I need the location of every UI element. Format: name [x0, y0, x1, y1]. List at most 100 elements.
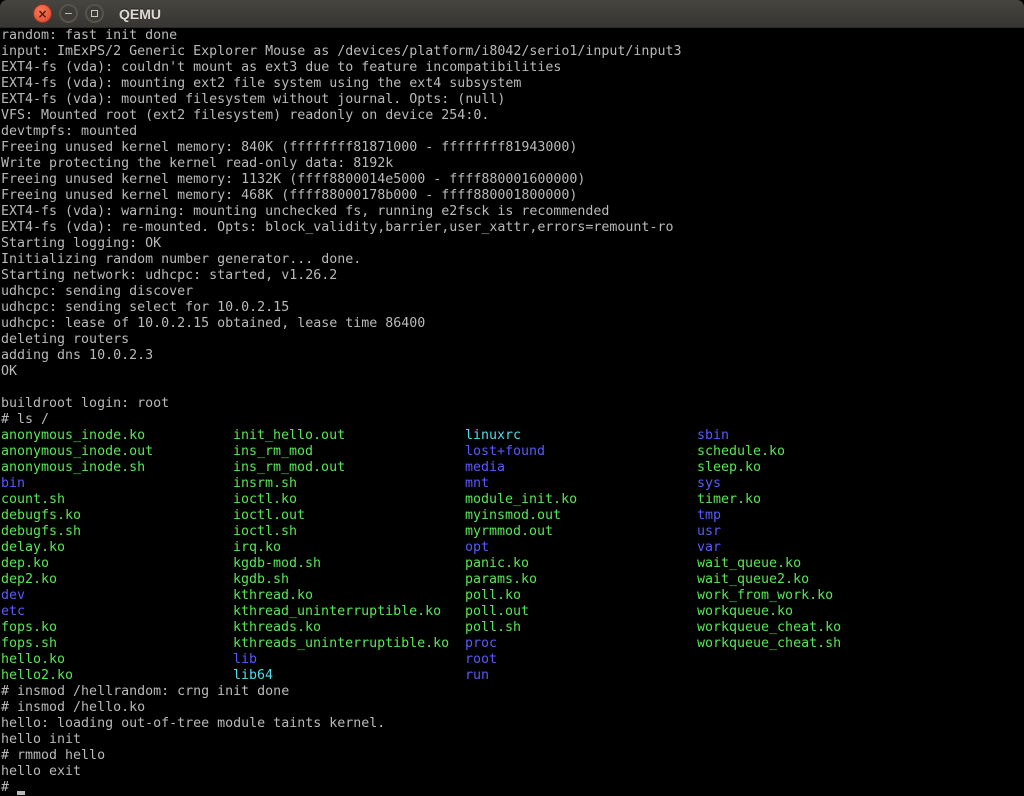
ls-entry: hello.ko — [1, 652, 153, 668]
ls-entry: mnt — [465, 476, 577, 492]
terminal-line: # insmod /hellrandom: crng init done — [0, 684, 1024, 700]
ls-entry: irq.ko — [233, 540, 449, 556]
ls-entry: module_init.ko — [465, 492, 577, 508]
ls-entry: root — [465, 652, 577, 668]
close-icon: × — [37, 8, 47, 20]
terminal-screen[interactable]: random: fast init doneinput: ImExPS/2 Ge… — [0, 28, 1024, 796]
ls-entry: fops.sh — [1, 636, 153, 652]
terminal-line: input: ImExPS/2 Generic Explorer Mouse a… — [0, 44, 1024, 60]
ls-entry: dep2.ko — [1, 572, 153, 588]
ls-entry: fops.ko — [1, 620, 153, 636]
ls-entry: kthread_uninterruptible.ko — [233, 604, 449, 620]
ls-entry: usr — [697, 524, 841, 540]
terminal-line: Write protecting the kernel read-only da… — [0, 156, 1024, 172]
ls-entry: kthreads_uninterruptible.ko — [233, 636, 449, 652]
ls-entry: poll.out — [465, 604, 577, 620]
ls-entry: kgdb-mod.sh — [233, 556, 449, 572]
terminal-line: # ls / — [0, 412, 1024, 428]
ls-entry: insrm.sh — [233, 476, 449, 492]
prompt-text: # — [1, 780, 17, 795]
ls-entry: dev — [1, 588, 153, 604]
ls-column: init_hello.outins_rm_modins_rm_mod.outin… — [233, 428, 449, 684]
ls-entry: anonymous_inode.sh — [1, 460, 153, 476]
ls-entry: params.ko — [465, 572, 577, 588]
ls-entry: sleep.ko — [697, 460, 841, 476]
terminal-line: # insmod /hello.ko — [0, 700, 1024, 716]
close-button[interactable]: × — [33, 4, 52, 23]
ls-entry: var — [697, 540, 841, 556]
terminal-line: hello exit — [0, 764, 1024, 780]
ls-entry: workqueue.ko — [697, 604, 841, 620]
ls-output: anonymous_inode.koanonymous_inode.outano… — [0, 428, 1024, 684]
terminal-line: EXT4-fs (vda): couldn't mount as ext3 du… — [0, 60, 1024, 76]
ls-entry: wait_queue.ko — [697, 556, 841, 572]
ls-column: anonymous_inode.koanonymous_inode.outano… — [1, 428, 153, 684]
terminal-line: # rmmod hello — [0, 748, 1024, 764]
ls-entry: work_from_work.ko — [697, 588, 841, 604]
terminal-line: buildroot login: root — [0, 396, 1024, 412]
ls-entry: ioctl.ko — [233, 492, 449, 508]
ls-entry: tmp — [697, 508, 841, 524]
terminal-line: udhcpc: sending discover — [0, 284, 1024, 300]
terminal-line: udhcpc: lease of 10.0.2.15 obtained, lea… — [0, 316, 1024, 332]
terminal-line: OK — [0, 364, 1024, 380]
ls-entry: opt — [465, 540, 577, 556]
ls-entry: sys — [697, 476, 841, 492]
terminal-line: EXT4-fs (vda): mounted filesystem withou… — [0, 92, 1024, 108]
ls-entry: linuxrc — [465, 428, 577, 444]
window-controls: × − — [0, 4, 104, 23]
boot-log: random: fast init doneinput: ImExPS/2 Ge… — [0, 28, 1024, 428]
ls-entry: proc — [465, 636, 577, 652]
ls-entry: lost+found — [465, 444, 577, 460]
ls-entry: poll.ko — [465, 588, 577, 604]
maximize-button[interactable] — [85, 4, 104, 23]
ls-entry: delay.ko — [1, 540, 153, 556]
ls-entry: init_hello.out — [233, 428, 449, 444]
ls-entry: etc — [1, 604, 153, 620]
ls-entry: poll.sh — [465, 620, 577, 636]
ls-entry: run — [465, 668, 577, 684]
ls-entry: schedule.ko — [697, 444, 841, 460]
terminal-line: udhcpc: sending select for 10.0.2.15 — [0, 300, 1024, 316]
prompt-line: # — [0, 780, 1024, 796]
ls-entry: wait_queue2.ko — [697, 572, 841, 588]
ls-entry: myinsmod.out — [465, 508, 577, 524]
terminal-line: EXT4-fs (vda): warning: mounting uncheck… — [0, 204, 1024, 220]
ls-entry: ioctl.sh — [233, 524, 449, 540]
ls-entry: kthread.ko — [233, 588, 449, 604]
terminal-line: Freeing unused kernel memory: 1132K (fff… — [0, 172, 1024, 188]
ls-entry: timer.ko — [697, 492, 841, 508]
ls-entry: panic.ko — [465, 556, 577, 572]
ls-column: sbinschedule.kosleep.kosystimer.kotmpusr… — [697, 428, 841, 652]
qemu-window: × − QEMU random: fast init doneinput: Im… — [0, 0, 1024, 796]
ls-entry: debugfs.ko — [1, 508, 153, 524]
ls-entry: dep.ko — [1, 556, 153, 572]
terminal-line: random: fast init done — [0, 28, 1024, 44]
terminal-line: Starting network: udhcpc: started, v1.26… — [0, 268, 1024, 284]
maximize-icon — [91, 10, 98, 17]
ls-entry: debugfs.sh — [1, 524, 153, 540]
terminal-line: VFS: Mounted root (ext2 filesystem) read… — [0, 108, 1024, 124]
ls-entry: hello2.ko — [1, 668, 153, 684]
terminal-line: EXT4-fs (vda): mounting ext2 file system… — [0, 76, 1024, 92]
minimize-button[interactable]: − — [59, 4, 78, 23]
titlebar[interactable]: × − QEMU — [0, 0, 1024, 28]
ls-entry: ins_rm_mod — [233, 444, 449, 460]
ls-entry: kthreads.ko — [233, 620, 449, 636]
ls-entry: anonymous_inode.out — [1, 444, 153, 460]
minimize-icon: − — [64, 8, 73, 19]
ls-entry: lib64 — [233, 668, 449, 684]
terminal-cursor — [17, 791, 25, 795]
tail-log: # insmod /hellrandom: crng init done# in… — [0, 684, 1024, 780]
ls-entry: myrmmod.out — [465, 524, 577, 540]
window-title: QEMU — [119, 6, 161, 22]
ls-column: linuxrclost+foundmediamntmodule_init.kom… — [465, 428, 577, 684]
ls-entry: workqueue_cheat.sh — [697, 636, 841, 652]
ls-entry: ioctl.out — [233, 508, 449, 524]
ls-entry: sbin — [697, 428, 841, 444]
ls-entry: bin — [1, 476, 153, 492]
ls-entry: lib — [233, 652, 449, 668]
terminal-line — [0, 380, 1024, 396]
ls-entry: workqueue_cheat.ko — [697, 620, 841, 636]
terminal-line: deleting routers — [0, 332, 1024, 348]
